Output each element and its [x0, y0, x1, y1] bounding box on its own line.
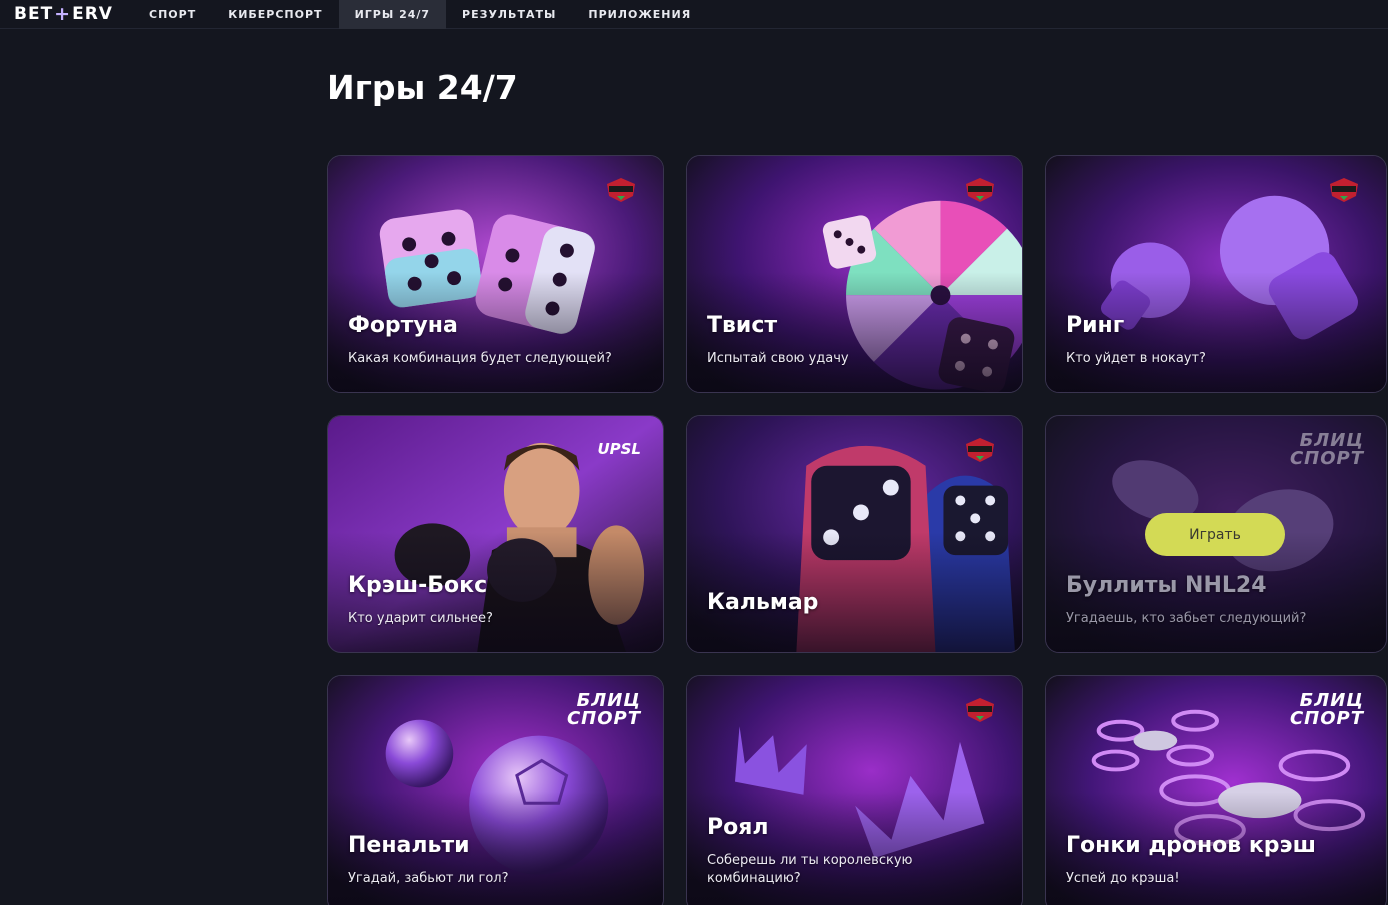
blitz-sport-logo: БЛИЦ СПОРТ — [1290, 692, 1364, 728]
nardoball-logo — [607, 178, 635, 202]
game-card-ring[interactable]: Ринг Кто уйдет в нокаут? — [1045, 155, 1387, 393]
game-subtitle: Какая комбинация будет следующей? — [348, 351, 612, 366]
nardoball-logo — [966, 698, 994, 722]
game-card-drone-race[interactable]: БЛИЦ СПОРТ Гонки дронов крэш Успей до кр… — [1045, 675, 1387, 905]
main-nav: СПОРТ КИБЕРСПОРТ ИГРЫ 24/7 РЕЗУЛЬТАТЫ ПР… — [133, 0, 707, 29]
game-title: Крэш-Бокс — [348, 573, 488, 598]
blitz-sport-line2: СПОРТ — [566, 708, 641, 729]
blitz-sport-line2: СПОРТ — [1289, 448, 1364, 469]
game-subtitle: Испытай свою удачу — [707, 351, 849, 366]
nav-item-results[interactable]: РЕЗУЛЬТАТЫ — [446, 0, 572, 29]
card-shade — [687, 792, 1022, 905]
game-card-penalty[interactable]: БЛИЦ СПОРТ Пенальти Угадай, забьют ли го… — [327, 675, 664, 905]
play-button[interactable]: Играть — [1145, 513, 1285, 556]
game-title: Твист — [707, 313, 778, 338]
game-title: Ринг — [1066, 313, 1125, 338]
blitz-sport-logo: БЛИЦ СПОРТ — [567, 692, 641, 728]
game-card-crash-box[interactable]: UPSL Крэш-Бокс Кто ударит сильнее? — [327, 415, 664, 653]
game-subtitle: Угадаешь, кто забьет следующий? — [1066, 611, 1307, 626]
nav-item-games-24-7[interactable]: ИГРЫ 24/7 — [338, 0, 447, 29]
logo-text-right: ERV — [72, 4, 113, 24]
betterv-logo[interactable]: BET + ERV — [14, 3, 113, 25]
game-card-bullity-nhl24[interactable]: БЛИЦ СПОРТ Играть Буллиты NHL24 Угадаешь… — [1045, 415, 1387, 653]
game-subtitle: Успей до крэша! — [1066, 871, 1180, 886]
blitz-sport-line2: СПОРТ — [1289, 708, 1364, 729]
game-title: Гонки дронов крэш — [1066, 833, 1316, 858]
top-navigation: BET + ERV СПОРТ КИБЕРСПОРТ ИГРЫ 24/7 РЕЗУЛ… — [0, 0, 1388, 29]
nardoball-logo — [1330, 178, 1358, 202]
nav-item-sport[interactable]: СПОРТ — [133, 0, 212, 29]
game-subtitle: Кто уйдет в нокаут? — [1066, 351, 1206, 366]
game-title: Пенальти — [348, 833, 470, 858]
game-card-twist[interactable]: Твист Испытай свою удачу — [686, 155, 1023, 393]
game-card-kalmar[interactable]: Кальмар — [686, 415, 1023, 653]
blitz-sport-logo: БЛИЦ СПОРТ — [1290, 432, 1364, 468]
game-card-fortuna[interactable]: Фортуна Какая комбинация будет следующей… — [327, 155, 664, 393]
logo-text-left: BET — [14, 4, 54, 24]
page-title: Игры 24/7 — [327, 68, 518, 107]
nardoball-logo — [966, 178, 994, 202]
upsl-logo: UPSL — [597, 440, 641, 458]
game-subtitle: Угадай, забьют ли гол? — [348, 871, 509, 886]
game-title: Буллиты NHL24 — [1066, 573, 1267, 598]
nav-item-esport[interactable]: КИБЕРСПОРТ — [212, 0, 338, 29]
game-title: Роял — [707, 815, 769, 840]
game-subtitle: Соберешь ли ты королевскую комбинацию? — [707, 853, 913, 886]
nav-item-apps[interactable]: ПРИЛОЖЕНИЯ — [572, 0, 707, 29]
nardoball-logo — [966, 438, 994, 462]
game-title: Фортуна — [348, 313, 458, 338]
game-title: Кальмар — [707, 590, 819, 615]
game-card-royal[interactable]: Роял Соберешь ли ты королевскую комбинац… — [686, 675, 1023, 905]
games-grid: Фортуна Какая комбинация будет следующей… — [327, 155, 1387, 905]
logo-plus-icon: + — [54, 3, 72, 25]
game-subtitle: Кто ударит сильнее? — [348, 611, 493, 626]
